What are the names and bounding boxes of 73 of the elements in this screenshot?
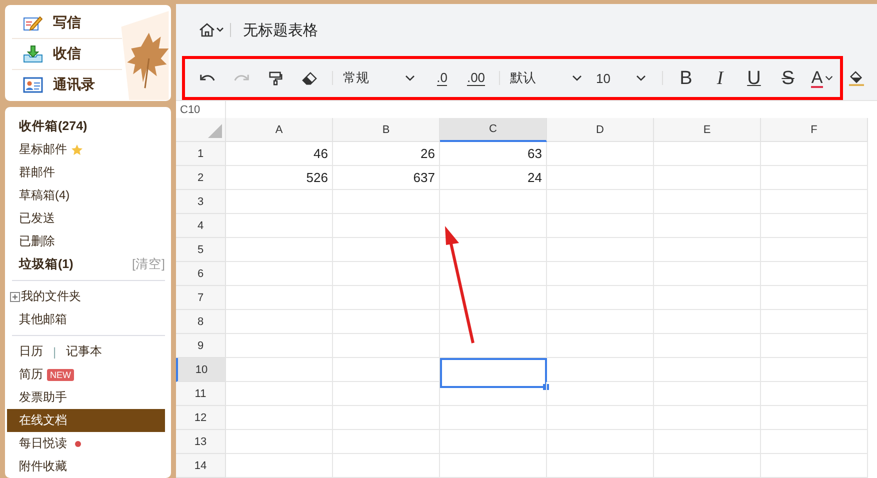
row-header[interactable]: 14 <box>176 454 226 478</box>
paint-bucket-icon <box>848 70 864 86</box>
sidebar-action[interactable]: 写信 <box>12 8 122 39</box>
sidebar-link[interactable]: 已删除 <box>19 233 55 250</box>
column-header[interactable]: D <box>547 118 654 142</box>
row-header[interactable]: 3 <box>176 190 226 214</box>
row-header[interactable]: 8 <box>176 310 226 334</box>
underline-button[interactable]: U <box>737 63 771 93</box>
row-header[interactable]: 11 <box>176 382 226 406</box>
toolbar-dropdown[interactable]: 默认 <box>506 63 586 93</box>
table-cell[interactable]: 637 <box>333 166 440 190</box>
sidebar-link[interactable]: 已发送 <box>19 210 55 227</box>
eraser-icon <box>300 70 318 86</box>
toolbar-dropdown[interactable]: 10 <box>592 63 650 93</box>
row-header[interactable]: 4 <box>176 214 226 238</box>
home-icon[interactable] <box>198 22 224 38</box>
sidebar-link[interactable]: 垃圾箱(1) <box>19 256 74 273</box>
caret-icon <box>572 75 582 81</box>
sidebar-link[interactable]: 其他邮箱 <box>19 311 67 328</box>
sidebar-link[interactable]: 星标邮件 <box>19 141 67 158</box>
star-icon <box>71 144 83 156</box>
paint-roller-icon <box>266 70 284 86</box>
sidebar-action[interactable]: 收信 <box>12 39 122 70</box>
column-header[interactable]: B <box>333 118 440 142</box>
toolbar-dropdown[interactable]: 常规 <box>339 63 419 93</box>
sidebar-link[interactable]: 简历 <box>19 366 43 383</box>
row-header[interactable]: 12 <box>176 406 226 430</box>
font-color-button[interactable]: A <box>805 63 839 93</box>
table-cell[interactable] <box>440 358 547 388</box>
expand-plus-icon[interactable] <box>10 292 20 302</box>
contact-card-icon <box>23 76 43 94</box>
sidebar-link[interactable]: 我的文件夹 <box>21 288 81 305</box>
separator-text: | <box>53 344 56 358</box>
sidebar-action[interactable]: 通讯录 <box>12 70 122 100</box>
bold-button[interactable]: B <box>669 63 703 93</box>
row-header[interactable]: 10 <box>176 358 226 382</box>
sidebar-link[interactable]: 草稿箱(4) <box>19 187 70 204</box>
dec-more-button[interactable]: .00 <box>459 63 493 93</box>
column-header[interactable]: C <box>440 118 547 142</box>
caret-icon <box>636 75 646 81</box>
row-header[interactable]: 1 <box>176 142 226 166</box>
sidebar-link[interactable]: 发票助手 <box>19 389 67 406</box>
table-cell[interactable]: 24 <box>440 166 547 190</box>
row-header[interactable]: 9 <box>176 334 226 358</box>
row-header[interactable]: 5 <box>176 238 226 262</box>
sidebar-link[interactable]: 收件箱(274) <box>19 118 88 135</box>
table-cell[interactable]: 63 <box>440 142 547 166</box>
column-header[interactable]: E <box>654 118 761 142</box>
sidebar-link[interactable]: 每日悦读 <box>19 435 67 452</box>
row-header[interactable]: 13 <box>176 430 226 454</box>
column-header[interactable]: F <box>761 118 868 142</box>
caret-icon <box>405 75 415 81</box>
new-badge: NEW <box>47 368 74 380</box>
inbox-download-icon <box>23 45 43 63</box>
sidebar-link[interactable]: 日历 <box>19 343 43 360</box>
document-title[interactable]: 无标题表格 <box>243 20 318 40</box>
row-header[interactable]: 2 <box>176 166 226 190</box>
column-header[interactable]: A <box>226 118 333 142</box>
unread-dot <box>75 440 81 446</box>
sidebar-link[interactable]: 群邮件 <box>19 164 55 181</box>
dec-less-button[interactable]: .0 <box>425 63 459 93</box>
strike-button[interactable]: S <box>771 63 805 93</box>
pencil-note-icon <box>23 14 43 32</box>
table-cell[interactable]: 526 <box>226 166 333 190</box>
select-all-triangle-icon[interactable] <box>208 124 222 138</box>
italic-button[interactable]: I <box>703 63 737 93</box>
row-header[interactable]: 6 <box>176 262 226 286</box>
caret-icon <box>824 75 833 81</box>
sidebar-link[interactable]: 附件收藏 <box>19 458 67 475</box>
table-cell[interactable]: 46 <box>226 142 333 166</box>
row-header[interactable]: 7 <box>176 286 226 310</box>
table-cell[interactable]: 26 <box>333 142 440 166</box>
sidebar-link[interactable]: 记事本 <box>66 343 102 360</box>
